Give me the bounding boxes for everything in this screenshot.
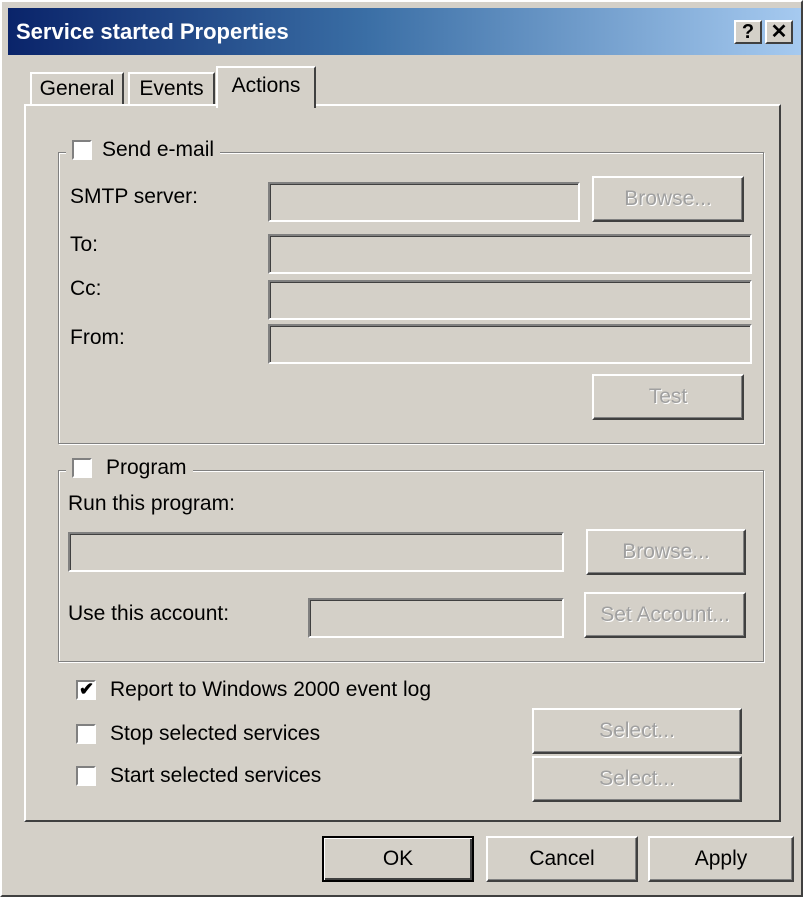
checkmark-icon: ✔: [79, 679, 95, 699]
tab-events[interactable]: Events: [128, 72, 215, 106]
use-account-label: Use this account:: [68, 602, 230, 625]
report-event-log-row: ✔ Report to Windows 2000 event log: [76, 678, 431, 702]
stop-services-checkbox[interactable]: [76, 724, 96, 744]
apply-button[interactable]: Apply: [648, 836, 794, 882]
smtp-browse-button[interactable]: Browse...: [592, 176, 744, 222]
help-button[interactable]: ?: [734, 20, 762, 44]
test-button[interactable]: Test: [592, 374, 744, 420]
to-input[interactable]: [268, 234, 752, 274]
send-email-label: Send e-mail: [102, 138, 215, 161]
start-services-label: Start selected services: [110, 764, 322, 787]
stop-select-button[interactable]: Select...: [532, 708, 742, 754]
smtp-server-label: SMTP server:: [70, 185, 198, 208]
cc-input[interactable]: [268, 280, 752, 320]
tab-actions[interactable]: Actions: [216, 66, 316, 108]
tab-general[interactable]: General: [30, 72, 124, 106]
run-program-label: Run this program:: [68, 492, 235, 515]
start-services-row: Start selected services: [76, 764, 321, 788]
from-input[interactable]: [268, 324, 752, 364]
run-program-input[interactable]: [68, 532, 564, 572]
window-title: Service started Properties: [16, 19, 289, 44]
set-account-button[interactable]: Set Account...: [584, 592, 746, 638]
start-select-button[interactable]: Select...: [532, 756, 742, 802]
start-services-checkbox[interactable]: [76, 766, 96, 786]
program-checkbox[interactable]: [72, 458, 92, 478]
cc-label: Cc:: [70, 277, 102, 300]
stop-services-label: Stop selected services: [110, 722, 321, 745]
stop-services-row: Stop selected services: [76, 722, 320, 746]
title-bar: Service started Properties ? ✕: [8, 8, 801, 55]
program-group-header: Program: [66, 454, 193, 482]
from-label: From:: [70, 326, 125, 349]
cancel-button[interactable]: Cancel: [486, 836, 638, 882]
report-event-log-label: Report to Windows 2000 event log: [110, 678, 432, 701]
account-input[interactable]: [308, 598, 564, 638]
to-label: To:: [70, 233, 99, 256]
report-event-log-checkbox[interactable]: ✔: [76, 679, 96, 700]
send-email-checkbox[interactable]: [72, 140, 92, 160]
actions-panel: Send e-mail SMTP server: Browse... To: C…: [24, 104, 781, 822]
ok-button[interactable]: OK: [322, 836, 474, 882]
smtp-server-input[interactable]: [268, 182, 580, 222]
program-browse-button[interactable]: Browse...: [586, 529, 746, 575]
properties-dialog: Service started Properties ? ✕ General E…: [0, 0, 803, 897]
email-group-header: Send e-mail: [66, 136, 221, 164]
program-label: Program: [106, 456, 187, 479]
close-button[interactable]: ✕: [765, 20, 793, 44]
